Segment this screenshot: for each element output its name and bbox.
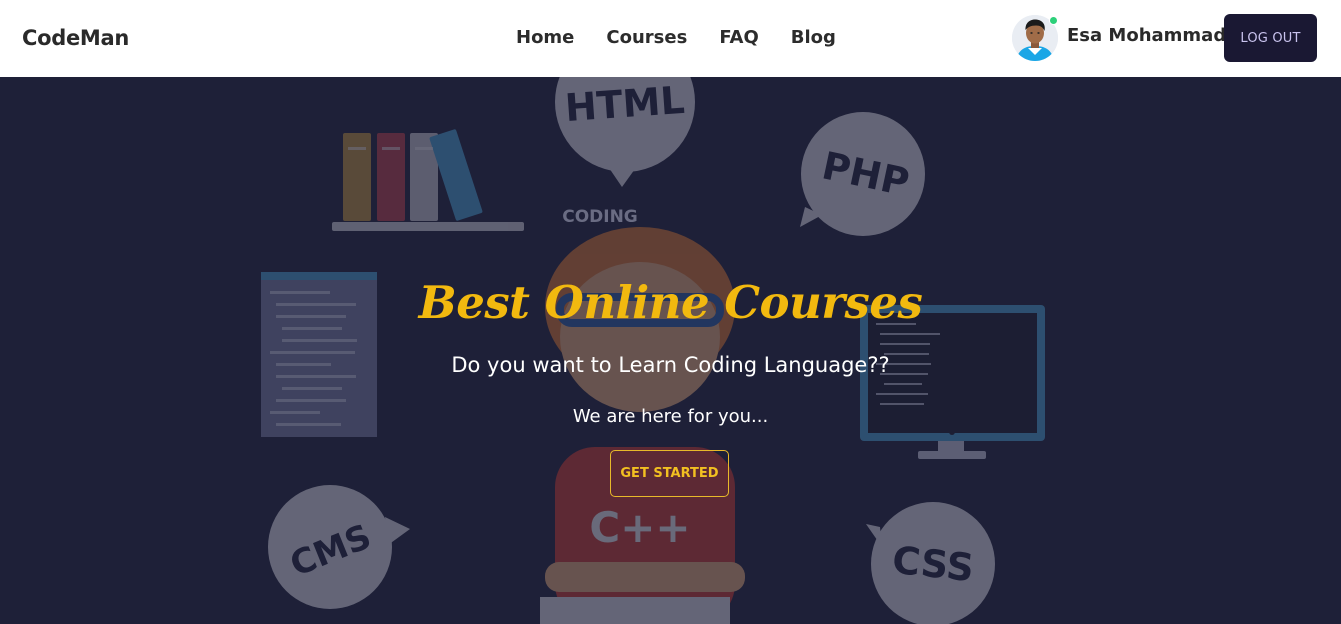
php-bubble-illustration: PHP [800,112,925,236]
hero-subtitle: Do you want to Learn Coding Language?? [451,353,890,377]
hero-title: Best Online Courses [418,276,923,329]
css-bubble-illustration: CSS [866,502,995,624]
coding-label: CODING [562,207,638,227]
css-bubble-label: CSS [890,538,976,590]
brand-logo[interactable]: CodeMan [22,26,129,50]
coding-illustration: HTML PHP CODING C++ CMS CSS [261,77,1045,624]
hero-section: HTML PHP CODING C++ CMS CSS Best Online … [0,77,1341,624]
nav-home-link[interactable]: Home [516,27,574,48]
nav-blog-link[interactable]: Blog [791,27,836,48]
get-started-button[interactable]: GET STARTED [610,450,729,497]
hero-tagline: We are here for you... [572,406,769,427]
user-name: Esa Mohammad [1067,24,1227,46]
logout-button[interactable]: LOG OUT [1224,14,1317,62]
navbar: CodeMan Home Courses FAQ Blog Esa Mohamm… [0,0,1341,77]
user-profile: Esa Mohammad [1012,15,1226,61]
online-status-dot [1049,16,1058,25]
cms-bubble-illustration: CMS [268,485,410,609]
nav-courses-link[interactable]: Courses [606,27,687,48]
cpp-logo-label: C++ [589,503,690,552]
avatar[interactable] [1012,15,1058,61]
html-bubble-label: HTML [564,78,687,130]
nav-faq-link[interactable]: FAQ [719,27,758,48]
html-bubble-illustration: HTML [555,77,695,187]
bookshelf-illustration [332,129,524,231]
main-nav: Home Courses FAQ Blog [516,27,868,48]
